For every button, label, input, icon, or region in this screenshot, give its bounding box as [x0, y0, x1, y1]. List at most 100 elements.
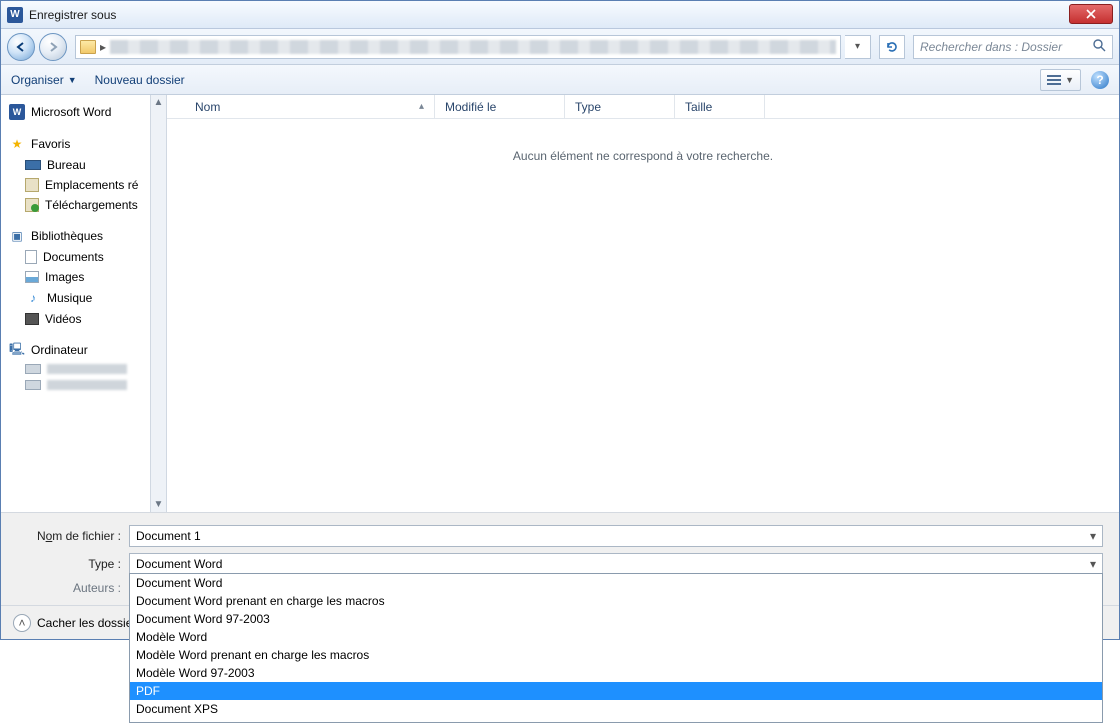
sidebar-label-redacted	[47, 380, 127, 390]
toolbar: Organiser ▼ Nouveau dossier ▼ ?	[1, 65, 1119, 95]
sidebar-label: Images	[45, 270, 84, 284]
file-list-pane: Nom▴ Modifié le Type Taille Aucun élémen…	[167, 95, 1119, 512]
breadcrumb-dropdown[interactable]: ▾	[845, 35, 871, 59]
sidebar-item-desktop[interactable]: Bureau	[1, 155, 150, 175]
hide-folders-label: Cacher les dossier	[37, 616, 136, 630]
sidebar-group-favorites[interactable]: ★ Favoris	[1, 133, 150, 155]
chevron-down-icon: ▼	[1065, 75, 1074, 85]
drive-icon	[25, 380, 41, 390]
search-placeholder: Rechercher dans : Dossier	[920, 40, 1062, 54]
chevron-up-icon: ˄	[18, 616, 25, 630]
col-label: Type	[575, 100, 601, 114]
refresh-icon	[885, 40, 899, 54]
sidebar-label: Favoris	[31, 137, 70, 151]
organize-menu[interactable]: Organiser ▼	[11, 73, 77, 87]
sidebar-group-libraries[interactable]: ▣ Bibliothèques	[1, 225, 150, 247]
breadcrumb-segment-redacted	[110, 40, 836, 54]
view-options-button[interactable]: ▼	[1040, 69, 1081, 91]
computer-icon: 🖳	[9, 342, 25, 358]
type-option[interactable]: Modèle Word prenant en charge les macros	[130, 646, 1102, 664]
drive-icon	[25, 364, 41, 374]
type-option[interactable]: Modèle Word 97-2003	[130, 664, 1102, 682]
hide-folders-toggle[interactable]: ˄	[13, 614, 31, 632]
new-folder-button[interactable]: Nouveau dossier	[95, 73, 185, 87]
recent-icon	[25, 178, 39, 192]
filename-label: Nom de fichier :	[17, 529, 129, 543]
window-title: Enregistrer sous	[29, 8, 116, 22]
col-modified[interactable]: Modifié le	[435, 95, 565, 118]
search-icon	[1092, 38, 1106, 55]
sidebar-group-computer[interactable]: 🖳 Ordinateur	[1, 339, 150, 361]
chevron-down-icon: ▾	[1090, 557, 1096, 571]
type-option[interactable]: Page web à fichier unique	[130, 718, 1102, 723]
sidebar-label: Vidéos	[45, 312, 81, 326]
star-icon: ★	[9, 136, 25, 152]
sidebar-item-images[interactable]: Images	[1, 267, 150, 287]
sidebar-label-redacted	[47, 364, 127, 374]
sidebar-label: Musique	[47, 291, 92, 305]
col-size[interactable]: Taille	[675, 95, 765, 118]
help-icon: ?	[1096, 73, 1103, 87]
refresh-button[interactable]	[879, 35, 905, 59]
chevron-down-icon: ▼	[68, 75, 77, 85]
scroll-down-icon: ▼	[154, 499, 164, 510]
search-input[interactable]: Rechercher dans : Dossier	[913, 35, 1113, 59]
type-option[interactable]: PDF	[130, 682, 1102, 700]
video-icon	[25, 313, 39, 325]
filename-row: Nom de fichier : Document 1 ▾	[17, 525, 1103, 547]
sort-indicator-icon: ▴	[419, 101, 424, 112]
authors-label: Auteurs :	[17, 581, 129, 595]
chevron-down-icon: ▾	[855, 41, 860, 52]
col-label: Modifié le	[445, 100, 496, 114]
word-app-icon: W	[7, 7, 23, 23]
sidebar-item-word[interactable]: W Microsoft Word	[1, 101, 150, 123]
titlebar: W Enregistrer sous	[1, 1, 1119, 29]
sidebar-label: Emplacements ré	[45, 178, 138, 192]
sidebar-label: Téléchargements	[45, 198, 138, 212]
sidebar-label: Documents	[43, 250, 104, 264]
sidebar-item-downloads[interactable]: Téléchargements	[1, 195, 150, 215]
chevron-right-icon: ▸	[100, 40, 106, 54]
close-icon	[1086, 9, 1096, 19]
libraries-icon: ▣	[9, 228, 25, 244]
help-button[interactable]: ?	[1091, 71, 1109, 89]
word-icon: W	[9, 104, 25, 120]
type-option[interactable]: Document Word 97-2003	[130, 610, 1102, 628]
music-icon: ♪	[25, 290, 41, 306]
filename-input[interactable]: Document 1 ▾	[129, 525, 1103, 547]
sidebar-item-drive[interactable]	[1, 361, 150, 377]
col-name[interactable]: Nom▴	[185, 95, 435, 118]
sidebar-label: Microsoft Word	[31, 105, 111, 119]
col-type[interactable]: Type	[565, 95, 675, 118]
forward-button[interactable]	[39, 33, 67, 61]
type-select[interactable]: Document Word ▾	[129, 553, 1103, 575]
type-dropdown[interactable]: Document WordDocument Word prenant en ch…	[129, 573, 1103, 723]
breadcrumb-path[interactable]: ▸	[75, 35, 841, 59]
type-option[interactable]: Document Word prenant en charge les macr…	[130, 592, 1102, 610]
sidebar-item-music[interactable]: ♪ Musique	[1, 287, 150, 309]
sidebar-label: Bibliothèques	[31, 229, 103, 243]
new-folder-label: Nouveau dossier	[95, 73, 185, 87]
type-option[interactable]: Modèle Word	[130, 628, 1102, 646]
organize-label: Organiser	[11, 73, 64, 87]
save-form: Nom de fichier : Document 1 ▾ Type : Doc…	[1, 512, 1119, 605]
save-as-dialog: W Enregistrer sous ▸ ▾ Rechercher dans :…	[0, 0, 1120, 640]
type-option[interactable]: Document XPS	[130, 700, 1102, 718]
sidebar-label: Bureau	[47, 158, 86, 172]
type-option[interactable]: Document Word	[130, 574, 1102, 592]
back-button[interactable]	[7, 33, 35, 61]
sidebar-item-drive[interactable]	[1, 377, 150, 393]
sidebar-item-videos[interactable]: Vidéos	[1, 309, 150, 329]
downloads-icon	[25, 198, 39, 212]
arrow-right-icon	[47, 41, 59, 53]
col-label: Taille	[685, 100, 712, 114]
type-label: Type :	[17, 557, 129, 571]
close-button[interactable]	[1069, 4, 1113, 24]
empty-state: Aucun élément ne correspond à votre rech…	[167, 119, 1119, 512]
sidebar-item-documents[interactable]: Documents	[1, 247, 150, 267]
sidebar-label: Ordinateur	[31, 343, 88, 357]
folder-icon	[80, 40, 96, 54]
sidebar-scrollbar[interactable]: ▲ ▼	[151, 95, 167, 512]
sidebar-item-recent[interactable]: Emplacements ré	[1, 175, 150, 195]
document-icon	[25, 250, 37, 264]
